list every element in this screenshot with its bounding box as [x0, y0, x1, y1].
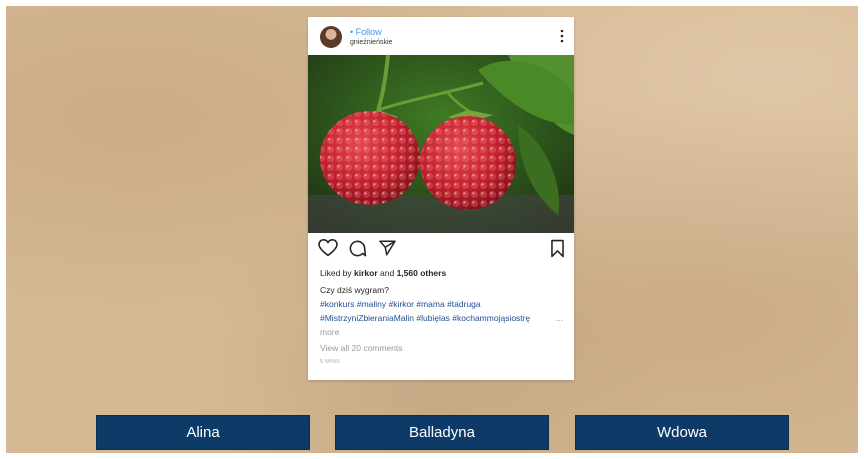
- instagram-post: • Follow gnieźnieńskie Liked by kirkor a…: [308, 17, 574, 380]
- answer-button-balladyna[interactable]: Balladyna: [335, 415, 549, 450]
- post-timestamp: 5 MINS: [320, 359, 341, 365]
- bookmark-icon[interactable]: [550, 239, 565, 258]
- liked-by-count[interactable]: 1,560 others: [397, 268, 447, 278]
- view-comments-link[interactable]: View all 20 comments: [320, 343, 403, 353]
- answer-button-wdowa[interactable]: Wdowa: [575, 415, 789, 450]
- more-link[interactable]: more: [320, 327, 339, 337]
- hashtags-line[interactable]: #konkurs #maliny #kirkor #mama #tadruga: [320, 299, 481, 309]
- comment-icon[interactable]: [348, 239, 367, 258]
- post-caption: Czy dziś wygram?: [320, 285, 389, 295]
- liked-by-user[interactable]: kirkor: [354, 268, 378, 278]
- raspberries-photo: [308, 55, 574, 233]
- send-icon[interactable]: [378, 239, 397, 257]
- post-header: • Follow gnieźnieńskie: [308, 17, 574, 55]
- username[interactable]: gnieźnieńskie: [350, 39, 392, 46]
- more-vertical-icon[interactable]: [560, 29, 564, 43]
- post-actions: [308, 239, 574, 261]
- follow-link[interactable]: • Follow: [350, 27, 382, 37]
- caption-ellipsis: ...: [556, 313, 564, 323]
- avatar[interactable]: [320, 26, 342, 48]
- answer-button-alina[interactable]: Alina: [96, 415, 310, 450]
- hashtags-line[interactable]: #MistrzyniZbieraniaMalin #lubięlas #koch…: [320, 313, 530, 323]
- heart-icon[interactable]: [318, 239, 338, 257]
- liked-by-prefix: Liked by: [320, 268, 355, 278]
- likes-count: Liked by kirkor and 1,560 others: [320, 268, 446, 278]
- liked-by-and: and: [377, 268, 397, 278]
